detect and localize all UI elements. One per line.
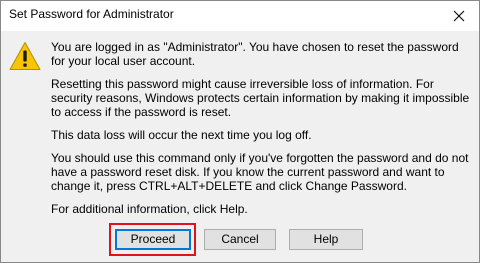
message-paragraph: Resetting this password might cause irre… (51, 77, 470, 119)
warning-icon (9, 42, 41, 70)
window-title: Set Password for Administrator (9, 7, 174, 21)
title-bar[interactable]: Set Password for Administrator (1, 1, 479, 31)
close-icon (453, 10, 465, 22)
message-paragraph: You should use this command only if you'… (51, 151, 469, 193)
close-button[interactable] (439, 1, 479, 31)
message-paragraph: You are logged in as "Administrator". Yo… (51, 40, 459, 68)
message-body: You are logged in as "Administrator". Yo… (51, 40, 473, 225)
dialog-window: Set Password for Administrator You are l… (0, 0, 480, 263)
cancel-button[interactable]: Cancel (204, 229, 276, 250)
help-button[interactable]: Help (289, 229, 363, 250)
message-paragraph: This data loss will occur the next time … (51, 128, 312, 142)
message-paragraph: For additional information, click Help. (51, 202, 248, 216)
proceed-button[interactable]: Proceed (115, 229, 191, 250)
